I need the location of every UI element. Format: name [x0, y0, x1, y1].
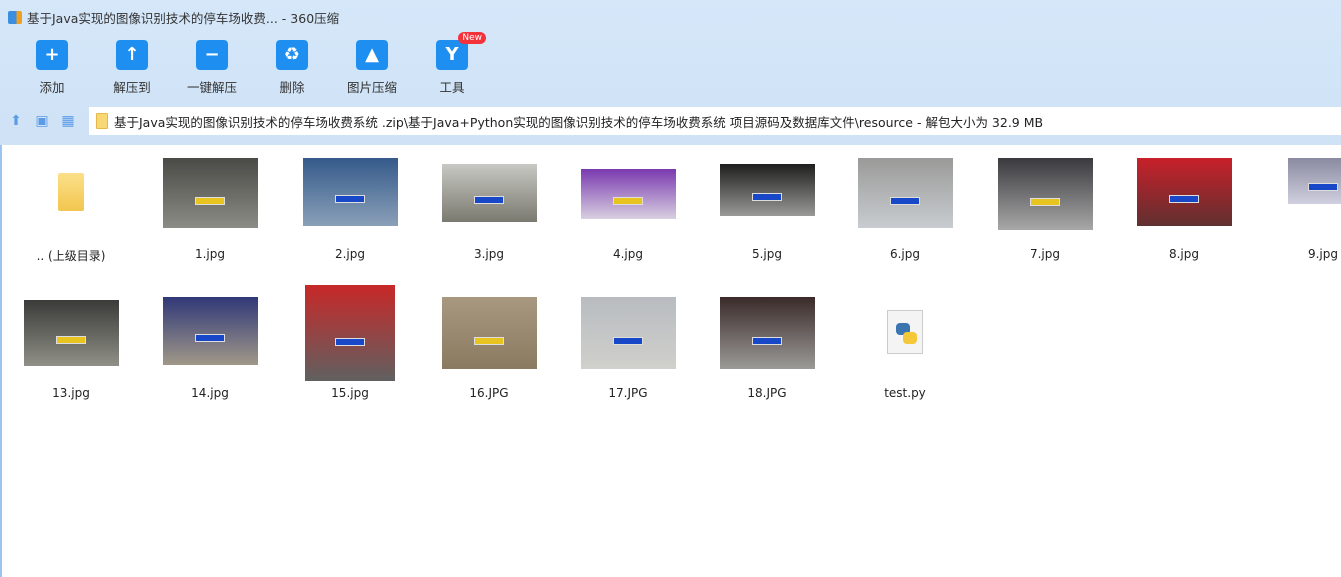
image-compress-icon: ▲ — [356, 40, 388, 70]
file-item[interactable]: 16.JPG — [424, 285, 554, 545]
file-item[interactable]: 4.jpg — [563, 145, 693, 275]
toolbar-label: 工具 — [439, 80, 465, 95]
file-item[interactable]: 5.jpg — [702, 145, 832, 275]
file-name: 4.jpg — [612, 247, 644, 261]
license-plate — [56, 336, 86, 344]
extract-to-icon: ↑ — [116, 40, 148, 70]
tools-icon: Y New — [436, 32, 486, 70]
file-item[interactable]: 18.JPG — [702, 285, 832, 545]
recycle-bin-icon: ♻ — [276, 40, 308, 70]
license-plate — [890, 197, 920, 205]
file-item[interactable]: 1.jpg — [145, 145, 275, 275]
file-name: 17.JPG — [608, 386, 648, 400]
file-name: .. (上级目录) — [36, 249, 106, 263]
toolbar-button-3[interactable]: ♻ 删除 — [252, 40, 332, 96]
image-thumbnail — [997, 158, 1093, 230]
license-plate — [474, 337, 504, 345]
license-plate — [1308, 183, 1338, 191]
grid-view-icon[interactable]: ▦ — [60, 113, 76, 129]
file-item[interactable]: 7.jpg — [980, 145, 1110, 275]
address-bar[interactable]: 基于Java实现的图像识别技术的停车场收费系统 .zip\基于Java+Pyth… — [89, 107, 1341, 135]
toolbar-button-1[interactable]: ↑ 解压到 — [92, 40, 172, 96]
file-name: 1.jpg — [194, 247, 226, 261]
file-item[interactable]: 9.jpg — [1258, 145, 1341, 275]
file-name: 5.jpg — [751, 247, 783, 261]
image-thumbnail — [857, 158, 953, 228]
image-thumbnail — [441, 164, 537, 222]
window-title: 基于Java实现的图像识别技术的停车场收费... - 360压缩 — [27, 11, 340, 26]
license-plate — [335, 195, 365, 203]
toolbar-label: 图片压缩 — [346, 80, 397, 95]
toolbar-label: 删除 — [279, 80, 305, 95]
image-thumbnail — [162, 297, 258, 365]
file-item[interactable]: test.py — [840, 285, 970, 545]
file-item[interactable]: .. (上级目录) — [6, 145, 136, 275]
file-name: 18.JPG — [747, 386, 787, 400]
toolbar-label: 一键解压 — [186, 80, 237, 95]
detail-view-icon[interactable]: ▣ — [34, 113, 50, 129]
license-plate — [613, 197, 643, 205]
file-item[interactable]: 13.jpg — [6, 285, 136, 545]
file-item[interactable]: 2.jpg — [285, 145, 415, 275]
file-item[interactable]: 14.jpg — [145, 285, 275, 545]
file-name: test.py — [884, 386, 926, 400]
one-click-extract-icon: − — [196, 40, 228, 70]
title-bar: 基于Java实现的图像识别技术的停车场收费... - 360压缩 — [8, 8, 339, 27]
toolbar-button-2[interactable]: − 一键解压 — [172, 40, 252, 96]
image-thumbnail — [719, 164, 815, 216]
license-plate — [474, 196, 504, 204]
image-thumbnail — [580, 297, 676, 369]
license-plate — [195, 334, 225, 342]
license-plate — [613, 337, 643, 345]
new-badge: New — [458, 32, 486, 44]
toolbar-button-0[interactable]: + 添加 — [12, 40, 92, 96]
file-name: 3.jpg — [473, 247, 505, 261]
file-item[interactable]: 15.jpg — [285, 285, 415, 545]
app-icon — [8, 11, 22, 24]
license-plate — [195, 197, 225, 205]
folder-icon — [58, 173, 84, 211]
license-plate — [752, 193, 782, 201]
license-plate — [752, 337, 782, 345]
toolbar-button-4[interactable]: ▲ 图片压缩 — [332, 40, 412, 96]
toolbar-button-5[interactable]: Y New 工具 — [412, 32, 492, 96]
file-item[interactable]: 6.jpg — [840, 145, 970, 275]
nav-buttons: ⬆ ▣ ▦ — [8, 108, 76, 134]
address-path: 基于Java实现的图像识别技术的停车场收费系统 .zip\基于Java+Pyth… — [114, 114, 1044, 130]
toolbar-label: 解压到 — [113, 80, 151, 95]
file-item[interactable]: 8.jpg — [1119, 145, 1249, 275]
file-list: .. (上级目录) 1.jpg 2.jpg 3.jpg 4.jpg 5.jpg 6.jpg 7… — [0, 145, 1341, 577]
license-plate — [1030, 198, 1060, 206]
file-name: 9.jpg — [1307, 247, 1339, 261]
image-thumbnail — [302, 158, 398, 226]
image-thumbnail — [23, 300, 119, 366]
file-name: 8.jpg — [1168, 247, 1200, 261]
up-arrow-icon[interactable]: ⬆ — [8, 113, 24, 129]
file-name: 14.jpg — [191, 386, 229, 400]
toolbar-label: 添加 — [39, 80, 65, 95]
image-thumbnail — [441, 297, 537, 369]
file-item[interactable]: 3.jpg — [424, 145, 554, 275]
file-item[interactable]: 17.JPG — [563, 285, 693, 545]
file-name: 16.JPG — [469, 386, 509, 400]
folder-icon — [96, 113, 108, 129]
file-name: 15.jpg — [331, 386, 369, 400]
image-thumbnail — [305, 285, 395, 381]
image-thumbnail — [1288, 158, 1341, 204]
add-folder-icon: + — [36, 40, 68, 70]
license-plate — [1169, 195, 1199, 203]
license-plate — [335, 338, 365, 346]
image-thumbnail — [162, 158, 258, 228]
image-thumbnail — [1136, 158, 1232, 226]
toolbar-area: 基于Java实现的图像识别技术的停车场收费... - 360压缩 + 添加 ↑ 解压到… — [0, 0, 1341, 145]
image-thumbnail — [719, 297, 815, 369]
python-file-icon — [887, 310, 923, 354]
file-name: 7.jpg — [1029, 247, 1061, 261]
file-name: 13.jpg — [52, 386, 90, 400]
file-name: 2.jpg — [334, 247, 366, 261]
image-thumbnail — [580, 169, 676, 219]
file-name: 6.jpg — [889, 247, 921, 261]
